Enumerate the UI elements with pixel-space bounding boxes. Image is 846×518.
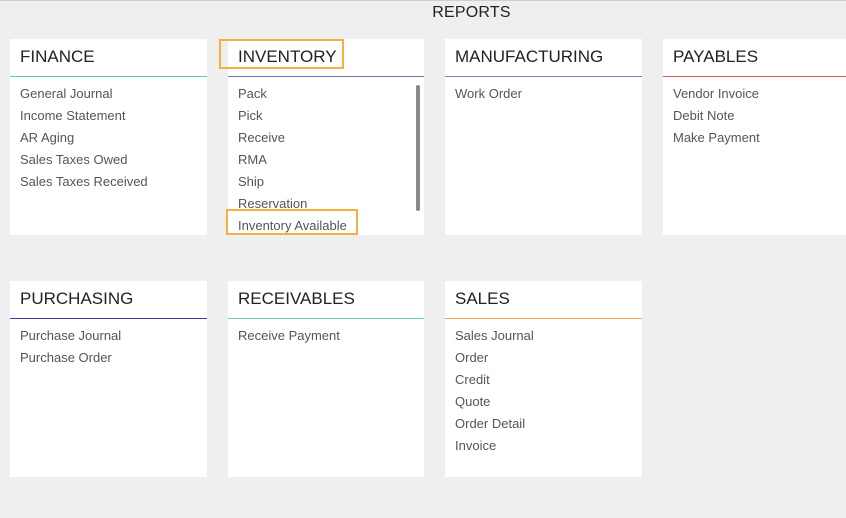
- inventory-scrollbar[interactable]: [416, 85, 420, 211]
- card-body-purchasing: Purchase Journal Purchase Order: [10, 319, 207, 369]
- card-title-finance: FINANCE: [20, 47, 95, 66]
- report-link-order[interactable]: Order: [455, 347, 632, 369]
- card-header-inventory: INVENTORY: [219, 39, 424, 77]
- card-title-payables: PAYABLES: [673, 47, 759, 66]
- inventory-available-highlight: [226, 209, 358, 235]
- card-finance: FINANCE General Journal Income Statement…: [10, 39, 207, 235]
- card-header-payables: PAYABLES: [663, 39, 846, 77]
- report-link-invoice[interactable]: Invoice: [455, 435, 632, 457]
- report-link-credit[interactable]: Credit: [455, 369, 632, 391]
- report-link-receive[interactable]: Receive: [238, 127, 414, 149]
- report-link-general-journal[interactable]: General Journal: [20, 83, 197, 105]
- card-header-purchasing: PURCHASING: [10, 281, 207, 319]
- report-link-make-payment[interactable]: Make Payment: [673, 127, 836, 149]
- card-title-receivables: RECEIVABLES: [238, 289, 355, 308]
- report-link-pack[interactable]: Pack: [238, 83, 414, 105]
- card-manufacturing: MANUFACTURING Work Order: [445, 39, 642, 235]
- card-payables: PAYABLES Vendor Invoice Debit Note Make …: [663, 39, 846, 235]
- page-title: REPORTS: [432, 4, 511, 21]
- card-body-finance: General Journal Income Statement AR Agin…: [10, 77, 207, 193]
- report-link-order-detail[interactable]: Order Detail: [455, 413, 632, 435]
- card-title-manufacturing: MANUFACTURING: [455, 47, 604, 66]
- card-sales: SALES Sales Journal Order Credit Quote O…: [445, 281, 642, 477]
- inventory-title-highlight: [219, 39, 344, 69]
- card-title-sales: SALES: [455, 289, 510, 308]
- card-body-manufacturing: Work Order: [445, 77, 642, 105]
- report-link-ar-aging[interactable]: AR Aging: [20, 127, 197, 149]
- report-link-pick[interactable]: Pick: [238, 105, 414, 127]
- card-inventory: INVENTORY Pack Pick Receive RMA Ship Res…: [219, 39, 424, 235]
- card-header-sales: SALES: [445, 281, 642, 319]
- card-header-finance: FINANCE: [10, 39, 207, 77]
- report-link-sales-taxes-received[interactable]: Sales Taxes Received: [20, 171, 197, 193]
- top-divider: [0, 0, 846, 1]
- card-purchasing: PURCHASING Purchase Journal Purchase Ord…: [10, 281, 207, 477]
- report-link-vendor-invoice[interactable]: Vendor Invoice: [673, 83, 836, 105]
- card-body-payables: Vendor Invoice Debit Note Make Payment: [663, 77, 846, 149]
- report-link-sales-taxes-owed[interactable]: Sales Taxes Owed: [20, 149, 197, 171]
- report-link-debit-note[interactable]: Debit Note: [673, 105, 836, 127]
- report-link-rma[interactable]: RMA: [238, 149, 414, 171]
- card-header-manufacturing: MANUFACTURING: [445, 39, 642, 77]
- card-body-receivables: Receive Payment: [228, 319, 424, 347]
- report-link-receive-payment[interactable]: Receive Payment: [238, 325, 414, 347]
- report-link-purchase-journal[interactable]: Purchase Journal: [20, 325, 197, 347]
- card-title-purchasing: PURCHASING: [20, 289, 134, 308]
- report-link-income-statement[interactable]: Income Statement: [20, 105, 197, 127]
- card-header-receivables: RECEIVABLES: [228, 281, 424, 319]
- report-link-sales-journal[interactable]: Sales Journal: [455, 325, 632, 347]
- report-link-ship[interactable]: Ship: [238, 171, 414, 193]
- report-link-purchase-order[interactable]: Purchase Order: [20, 347, 197, 369]
- report-link-work-order[interactable]: Work Order: [455, 83, 632, 105]
- report-link-quote[interactable]: Quote: [455, 391, 632, 413]
- card-body-sales: Sales Journal Order Credit Quote Order D…: [445, 319, 642, 457]
- card-receivables: RECEIVABLES Receive Payment: [228, 281, 424, 477]
